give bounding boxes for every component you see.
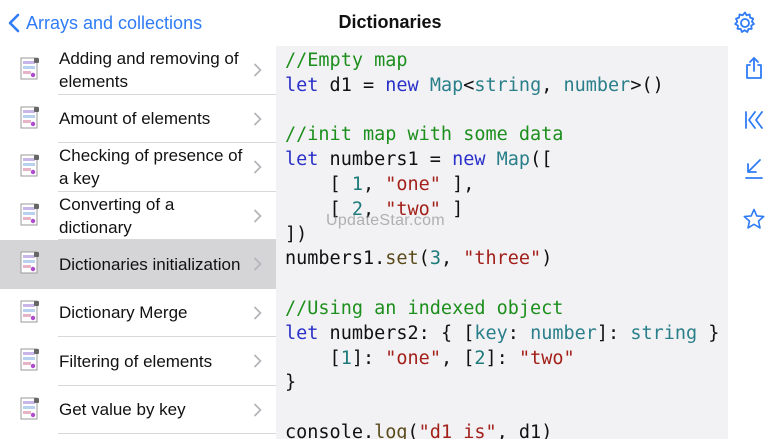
func-code-icon bbox=[20, 154, 39, 177]
skip-to-start-icon[interactable] bbox=[742, 108, 766, 132]
func-code-icon bbox=[20, 397, 39, 420]
topic-list-item-label: Dictionaries initialization bbox=[59, 254, 241, 274]
topic-list-item[interactable]: Get value by key bbox=[0, 386, 276, 434]
topic-list-item-label: Amount of elements bbox=[59, 109, 211, 129]
gear-icon[interactable] bbox=[732, 10, 758, 36]
chevron-left-icon bbox=[8, 13, 20, 33]
code-text: //Empty map let d1 = new Map<string, num… bbox=[285, 50, 720, 439]
topic-list-item[interactable]: Adding and removing of elements bbox=[0, 46, 276, 95]
topic-list-item-label: Checking of presence of a key bbox=[59, 146, 243, 189]
topic-list-item[interactable]: Amount of elements bbox=[0, 95, 276, 143]
topic-list-item[interactable]: Dictionaries initialization bbox=[0, 240, 276, 289]
favorite-star-icon[interactable] bbox=[742, 207, 766, 231]
topic-list-item[interactable]: Converting of a dictionary bbox=[0, 192, 276, 240]
row-separator bbox=[58, 433, 276, 434]
topic-list-item-label: Get value by key bbox=[59, 400, 186, 420]
topic-list-item[interactable]: Filtering of elements bbox=[0, 337, 276, 386]
topic-list-item-label: Dictionary Merge bbox=[59, 303, 188, 323]
back-button[interactable]: Arrays and collections bbox=[8, 10, 202, 36]
page-title: Dictionaries bbox=[338, 12, 442, 32]
chevron-right-icon bbox=[254, 63, 262, 77]
chevron-right-icon bbox=[254, 403, 262, 417]
tool-rail bbox=[728, 46, 780, 439]
watermark-text: UpdateStar.com bbox=[326, 212, 445, 229]
chevron-right-icon bbox=[254, 306, 262, 320]
topic-list-item-label: Filtering of elements bbox=[59, 351, 213, 371]
func-code-icon bbox=[20, 251, 39, 274]
chevron-right-icon bbox=[254, 209, 262, 223]
back-button-label: Arrays and collections bbox=[26, 12, 203, 33]
func-code-icon bbox=[20, 203, 39, 226]
chevron-right-icon bbox=[254, 354, 262, 368]
func-code-icon bbox=[20, 348, 39, 371]
topic-list: Adding and removing of elements Amount o… bbox=[0, 46, 276, 439]
navigation-bar: Arrays and collections Dictionaries bbox=[0, 0, 780, 46]
func-code-icon bbox=[20, 106, 39, 129]
func-code-icon bbox=[20, 300, 39, 323]
minimize-icon[interactable] bbox=[742, 157, 766, 181]
share-icon[interactable] bbox=[742, 56, 766, 80]
chevron-right-icon bbox=[254, 160, 262, 174]
topic-list-item-label: Converting of a dictionary bbox=[59, 194, 175, 237]
chevron-right-icon bbox=[254, 112, 262, 126]
topic-list-item[interactable]: Checking of presence of a key bbox=[0, 143, 276, 192]
code-view[interactable]: //Empty map let d1 = new Map<string, num… bbox=[276, 46, 728, 439]
chevron-right-icon bbox=[254, 257, 262, 271]
func-code-icon bbox=[20, 57, 39, 80]
topic-list-item[interactable]: Dictionary Merge bbox=[0, 289, 276, 337]
topic-list-item-label: Adding and removing of elements bbox=[59, 49, 239, 92]
